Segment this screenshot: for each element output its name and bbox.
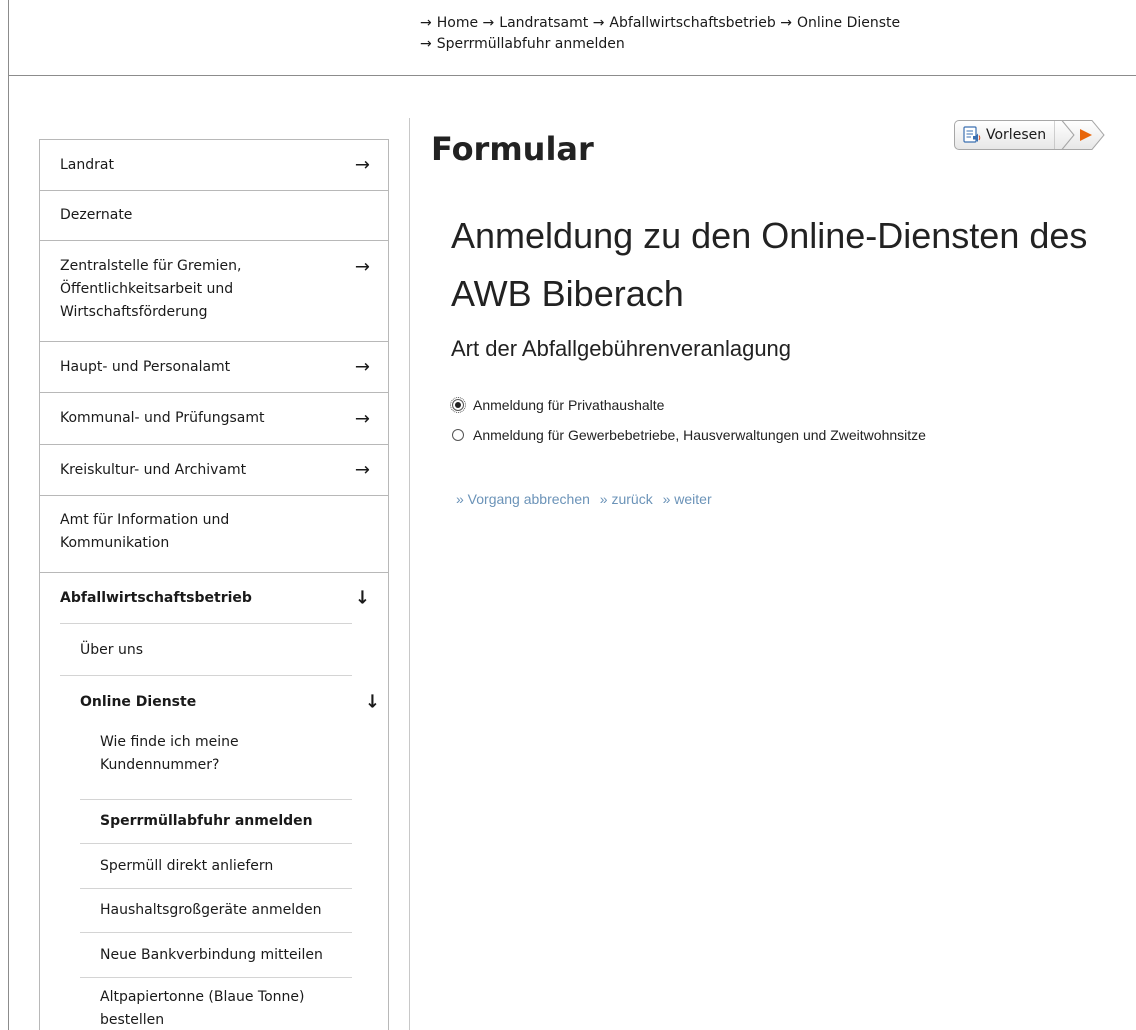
page: → Home → Landratsamt → Abfallwirtschaftsbet… (0, 0, 1136, 1030)
sidebar-item-label: Kreiskultur- und Archivamt (60, 461, 247, 478)
breadcrumb-arrow-icon: → (592, 15, 605, 31)
sidebar-subitem-online-dienste[interactable]: Online Dienste ↓ (60, 676, 380, 727)
arrow-right-icon: → (354, 154, 370, 176)
cancel-link[interactable]: » Vorgang abbrechen (456, 491, 590, 507)
sidebar-link-haushaltsgrossgeraete[interactable]: Haushaltsgroßgeräte anmelden (80, 889, 352, 933)
sidebar-link-bankverbindung[interactable]: Neue Bankverbindung mitteilen (80, 933, 352, 978)
sidebar-item-abfallwirtschaftsbetrieb[interactable]: Abfallwirtschaftsbetrieb ↓ (40, 573, 388, 623)
radio-button-checked[interactable] (450, 396, 466, 413)
arrow-right-icon: → (354, 459, 370, 481)
sidebar-item-kommunal-pruefungsamt[interactable]: Kommunal- und Prüfungsamt → (40, 393, 388, 445)
breadcrumb-landratsamt[interactable]: Landratsamt (499, 15, 588, 31)
sidebar-item-landrat[interactable]: Landrat → (40, 140, 388, 191)
read-aloud-label-segment[interactable]: Vorlesen (954, 120, 1055, 150)
sidebar-item-label: Kommunal- und Prüfungsamt (60, 410, 265, 426)
sidebar-item-information-kommunikation[interactable]: Amt für Information und Kommunikation (40, 496, 388, 573)
sidebar-item-dezernate[interactable]: Dezernate (40, 191, 388, 241)
sidebar-link-altpapiertonne[interactable]: Altpapiertonne (Blaue Tonne) bestellen (80, 978, 352, 1030)
sidebar-item-label: Dezernate (60, 207, 133, 223)
radio-label: Anmeldung für Gewerbebetriebe, Hausverwa… (473, 426, 926, 443)
sidebar-link-kundennummer[interactable]: Wie finde ich meine Kundennummer? (80, 727, 352, 800)
breadcrumb-current: Sperrmüllabfuhr anmelden (436, 36, 625, 52)
sidebar-item-label: Amt für Information und Kommunikation (60, 512, 230, 551)
arrow-right-icon: → (354, 256, 370, 278)
sidebar-item-label: Sperrmüllabfuhr anmelden (100, 813, 313, 829)
arrow-right-icon: → (354, 408, 370, 429)
arrow-down-icon: ↓ (364, 691, 380, 712)
sidebar-nav: Landrat → Dezernate Zentralstelle für Gr… (39, 139, 389, 1030)
sidebar-subnav: Über uns Online Dienste ↓ (40, 623, 388, 727)
sidebar-item-label: Neue Bankverbindung mitteilen (100, 946, 323, 963)
sidebar-item-label: Haupt- und Personalamt (60, 358, 231, 375)
sidebar-item-zentralstelle[interactable]: Zentralstelle für Gremien, Öffentlichkei… (40, 241, 388, 342)
fee-type-radio-group: Anmeldung für Privathaushalte Anmeldung … (450, 393, 926, 453)
sidebar-item-label: Altpapiertonne (Blaue Tonne) bestellen (100, 989, 305, 1028)
breadcrumb-arrow-icon: → (420, 36, 432, 52)
sidebar-subsubnav: Wie finde ich meine Kundennummer? Sperrm… (40, 727, 388, 1030)
breadcrumb-sep: → (780, 15, 797, 31)
left-frame-edge (8, 76, 9, 1030)
sidebar-item-label: Zentralstelle für Gremien, Öffentlichkei… (60, 258, 242, 320)
arrow-right-icon: → (354, 356, 370, 378)
read-aloud-label: Vorlesen (986, 127, 1047, 143)
sidebar-item-label: Spermüll direkt anliefern (100, 857, 274, 874)
sidebar-item-label: Über uns (80, 641, 143, 658)
sidebar-link-spermuell-anliefern[interactable]: Spermüll direkt anliefern (80, 844, 352, 889)
radio-option-gewerbebetriebe[interactable]: Anmeldung für Gewerbebetriebe, Hausverwa… (452, 423, 926, 446)
radio-option-privathaushalte[interactable]: Anmeldung für Privathaushalte (450, 393, 926, 416)
breadcrumb-abfallwirtschaftsbetrieb[interactable]: Abfallwirtschaftsbetrieb (609, 15, 775, 31)
read-aloud-button[interactable]: Vorlesen (954, 120, 1106, 150)
sidebar-item-label: Online Dienste (80, 693, 197, 710)
radio-button[interactable] (452, 428, 464, 441)
breadcrumb-arrow-icon: → (780, 15, 792, 31)
breadcrumb-home[interactable]: Home (437, 15, 478, 31)
form-subheading: Art der Abfallgebührenveranlagung (451, 336, 792, 361)
radio-label: Anmeldung für Privathaushalte (473, 396, 665, 413)
column-divider (409, 118, 410, 1030)
form-actions: » Vorgang abbrechen » zurück » weiter (456, 491, 718, 507)
breadcrumb-arrow-icon: → (420, 15, 432, 31)
page-title: Formular (431, 130, 594, 168)
speaker-icon (963, 126, 981, 143)
sidebar-item-label: Haushaltsgroßgeräte anmelden (100, 902, 322, 918)
sidebar-item-label: Wie finde ich meine Kundennummer? (100, 734, 239, 773)
breadcrumb-online-dienste[interactable]: Online Dienste (797, 15, 900, 31)
play-icon[interactable] (1054, 120, 1106, 150)
breadcrumb: → Home → Landratsamt → Abfallwirtschaftsbet… (420, 13, 980, 55)
breadcrumb-arrow-icon: → (482, 15, 495, 31)
next-link[interactable]: » weiter (663, 491, 712, 507)
sidebar-link-sperrmuell-anmelden[interactable]: Sperrmüllabfuhr anmelden (80, 800, 352, 844)
arrow-down-icon: ↓ (354, 587, 370, 609)
sidebar-item-kreiskultur-archivamt[interactable]: Kreiskultur- und Archivamt → (40, 445, 388, 496)
sidebar-subitem-ueber-uns[interactable]: Über uns (60, 624, 352, 676)
back-link[interactable]: » zurück (600, 491, 653, 507)
form-heading: Anmeldung zu den Online-Diensten des AWB… (451, 215, 1088, 314)
sidebar-item-label: Landrat (60, 156, 114, 173)
sidebar-item-haupt-personalamt[interactable]: Haupt- und Personalamt → (40, 342, 388, 393)
sidebar-item-label: Abfallwirtschaftsbetrieb (60, 589, 252, 606)
